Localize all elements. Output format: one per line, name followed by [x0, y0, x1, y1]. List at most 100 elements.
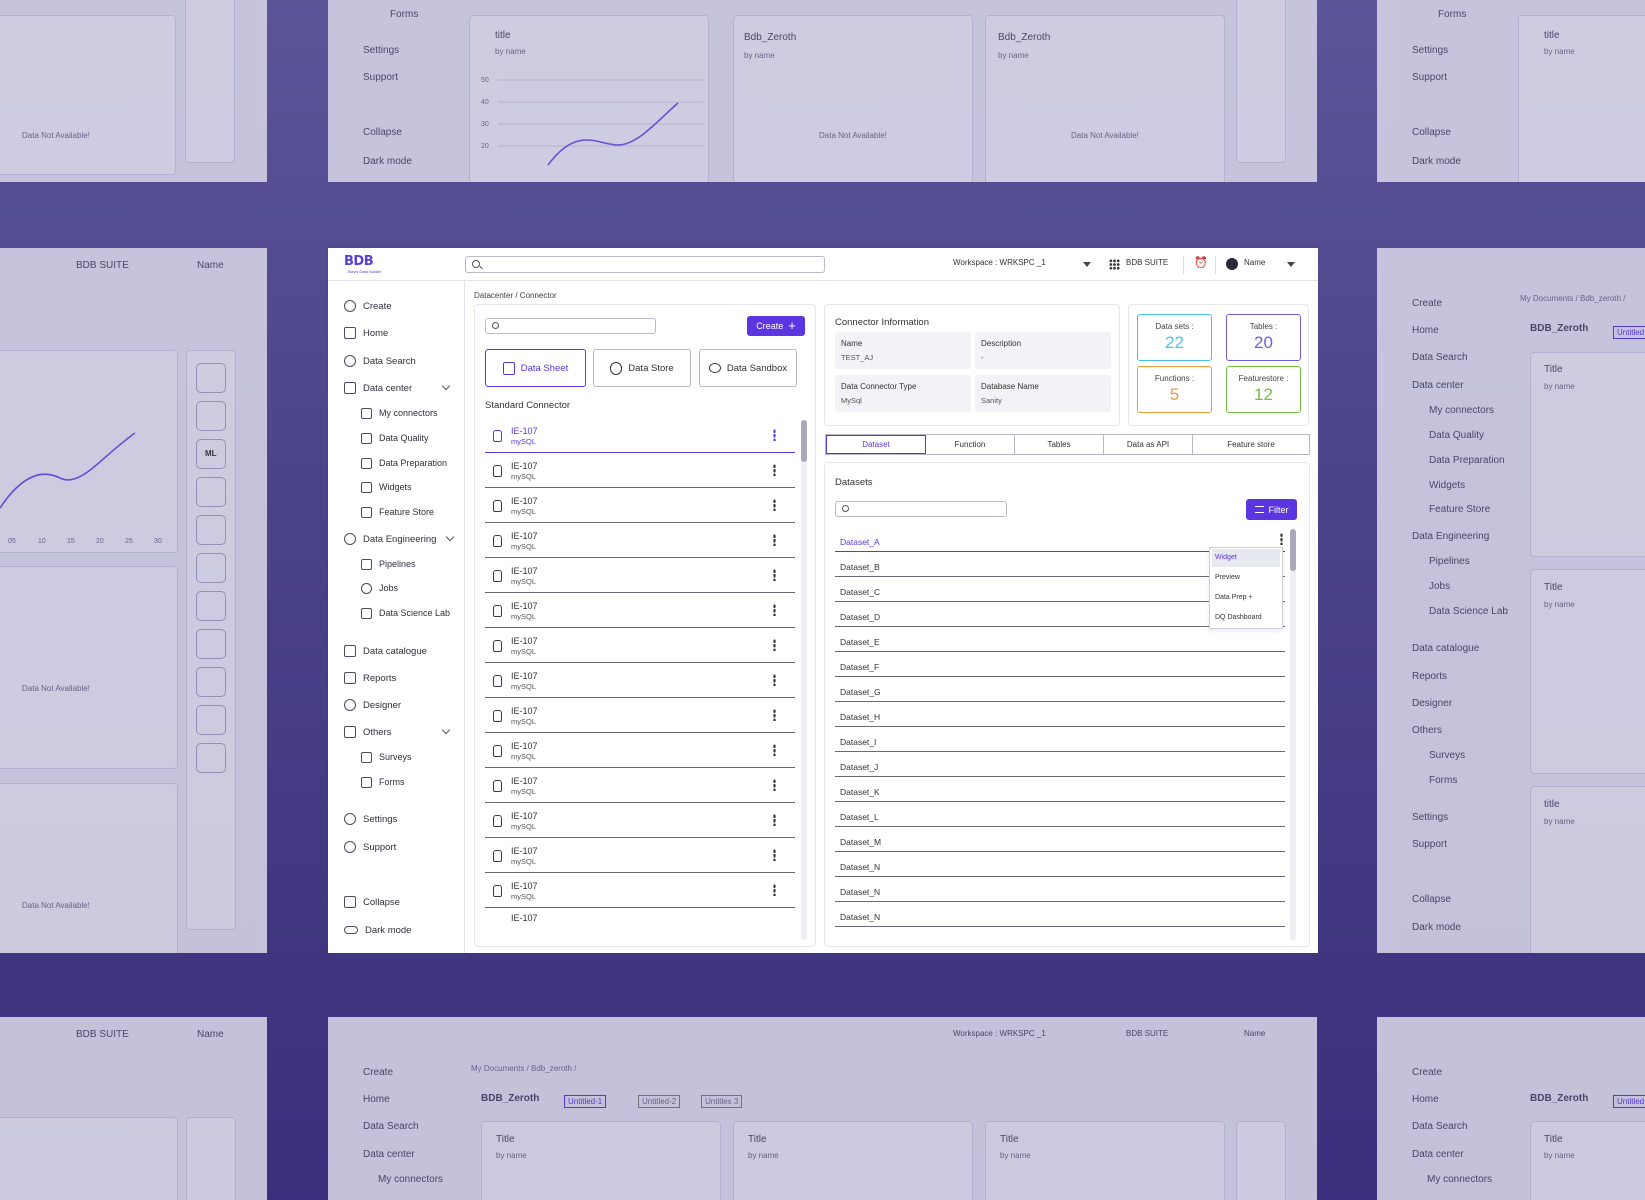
sidebar-item-my-connectors[interactable]: My connectors: [361, 404, 438, 422]
data-sandbox-button[interactable]: Data Sandbox: [699, 349, 797, 387]
kebab-menu-icon[interactable]: [773, 464, 776, 476]
stat-featurestore[interactable]: Featurestore : 12: [1226, 366, 1301, 413]
list-item[interactable]: IE-107 mySQL: [485, 523, 795, 558]
menu-item-widget[interactable]: Widget: [1212, 549, 1280, 567]
sidebar-item-widgets[interactable]: Widgets: [361, 478, 412, 496]
table-row[interactable]: Dataset_L: [835, 802, 1285, 827]
tab-tables[interactable]: Tables: [1015, 435, 1104, 454]
table-row[interactable]: Dataset_N: [835, 877, 1285, 902]
kebab-menu-icon[interactable]: [773, 604, 776, 616]
list-item[interactable]: IE-107 mySQL: [485, 418, 795, 453]
sidebar-item-data-center[interactable]: Data center: [344, 379, 451, 397]
tab-dataset[interactable]: Dataset: [826, 435, 926, 454]
list-item[interactable]: IE-107 mySQL: [485, 593, 795, 628]
notification-bell-icon[interactable]: ⏰: [1194, 257, 1208, 269]
menu-item-data-prep[interactable]: Data Prep +: [1210, 588, 1282, 608]
sidebar-item-dark-mode[interactable]: Dark mode: [344, 921, 411, 939]
sidebar-item-feature-store[interactable]: Feature Store: [361, 503, 434, 521]
tab-function[interactable]: Function: [926, 435, 1015, 454]
kebab-menu-icon[interactable]: [773, 569, 776, 581]
list-item[interactable]: IE-107 mySQL: [485, 453, 795, 488]
sidebar-item-support[interactable]: Support: [344, 838, 396, 856]
create-button[interactable]: Create +: [747, 316, 805, 336]
menu-item-dq-dashboard[interactable]: DQ Dashboard: [1210, 608, 1282, 628]
sidebar-item-others[interactable]: Others: [344, 723, 451, 741]
kebab-menu-icon[interactable]: [1280, 533, 1283, 545]
list-item[interactable]: IE-107 mySQL: [485, 768, 795, 803]
sidebar-item-home[interactable]: Home: [344, 324, 388, 342]
sidebar-item-designer[interactable]: Designer: [344, 696, 401, 714]
apps-grid-icon[interactable]: [1109, 259, 1120, 270]
datasets-scrollbar-thumb[interactable]: [1290, 529, 1296, 571]
list-item[interactable]: IE-107 mySQL: [485, 488, 795, 523]
sidebar-item-jobs[interactable]: Jobs: [361, 579, 398, 597]
sidebar-item-data-engineering[interactable]: Data Engineering: [344, 530, 455, 548]
kebab-menu-icon[interactable]: [773, 744, 776, 756]
connector-search-input[interactable]: [485, 318, 656, 334]
data-sheet-button[interactable]: Data Sheet: [485, 349, 586, 387]
table-row[interactable]: Dataset_E: [835, 627, 1285, 652]
menu-item-preview[interactable]: Preview: [1210, 568, 1282, 588]
data-store-button[interactable]: Data Store: [593, 349, 691, 387]
table-row[interactable]: Dataset_N: [835, 902, 1285, 927]
list-item[interactable]: IE-107 mySQL: [485, 733, 795, 768]
kebab-menu-icon[interactable]: [773, 674, 776, 686]
sidebar-item-data-catalogue[interactable]: Data catalogue: [344, 642, 427, 660]
sidebar-item-collapse[interactable]: Collapse: [344, 893, 400, 911]
sidebar-item-surveys[interactable]: Surveys: [361, 748, 412, 766]
bdb-logo[interactable]: BDB Bizviz Data Builder: [344, 254, 386, 274]
sidebar-item-data-search[interactable]: Data Search: [344, 352, 416, 370]
list-item[interactable]: IE-107 mySQL: [485, 803, 795, 838]
chevron-down-icon[interactable]: [1287, 262, 1295, 267]
workspace-select[interactable]: Workspace : WRKSPC _1: [953, 258, 1046, 267]
datasets-scrollbar[interactable]: [1290, 529, 1296, 941]
kebab-menu-icon[interactable]: [773, 534, 776, 546]
avatar[interactable]: [1226, 258, 1238, 270]
suite-label[interactable]: BDB SUITE: [1126, 258, 1168, 267]
table-row[interactable]: Dataset_K: [835, 777, 1285, 802]
connector-scrollbar[interactable]: [801, 420, 807, 940]
stat-functions[interactable]: Functions : 5: [1137, 366, 1212, 413]
kebab-menu-icon[interactable]: [773, 639, 776, 651]
table-row[interactable]: Dataset_I: [835, 727, 1285, 752]
table-row[interactable]: Dataset_H: [835, 702, 1285, 727]
breadcrumb[interactable]: Datacenter / Connector: [474, 291, 557, 300]
table-row[interactable]: Dataset_G: [835, 677, 1285, 702]
stat-datasets[interactable]: Data sets : 22: [1137, 314, 1212, 361]
list-item[interactable]: IE-107 mySQL: [485, 558, 795, 593]
connector-scrollbar-thumb[interactable]: [801, 420, 807, 462]
user-name[interactable]: Name: [1244, 258, 1265, 267]
table-row[interactable]: Dataset_F: [835, 652, 1285, 677]
kebab-menu-icon[interactable]: [773, 779, 776, 791]
kebab-menu-icon[interactable]: [773, 814, 776, 826]
global-search-input[interactable]: [465, 256, 825, 273]
sidebar-item-data-preparation[interactable]: Data Preparation: [361, 454, 447, 472]
table-row[interactable]: Dataset_N: [835, 852, 1285, 877]
list-item[interactable]: IE-107 mySQL: [485, 873, 795, 908]
table-row[interactable]: Dataset_M: [835, 827, 1285, 852]
kebab-menu-icon[interactable]: [773, 884, 776, 896]
list-item[interactable]: IE-107 mySQL: [485, 838, 795, 873]
sidebar-item-forms[interactable]: Forms: [361, 773, 405, 791]
sidebar-item-reports[interactable]: Reports: [344, 669, 396, 687]
dataset-search-input[interactable]: [835, 501, 1007, 517]
table-row[interactable]: Dataset_J: [835, 752, 1285, 777]
sidebar-item-data-science-lab[interactable]: Data Science Lab: [361, 604, 450, 622]
stat-tables[interactable]: Tables : 20: [1226, 314, 1301, 361]
kebab-menu-icon[interactable]: [773, 499, 776, 511]
chevron-down-icon[interactable]: [1083, 262, 1091, 267]
sidebar-item-data-quality[interactable]: Data Quality: [361, 429, 429, 447]
kebab-menu-icon[interactable]: [773, 429, 776, 441]
list-item[interactable]: IE-107: [485, 908, 795, 943]
list-item[interactable]: IE-107 mySQL: [485, 698, 795, 733]
list-item[interactable]: IE-107 mySQL: [485, 663, 795, 698]
sidebar-item-settings[interactable]: Settings: [344, 810, 397, 828]
sidebar-item-pipelines[interactable]: Pipelines: [361, 555, 416, 573]
tab-feature-store[interactable]: Feature store: [1193, 435, 1309, 454]
tab-data-as-api[interactable]: Data as API: [1104, 435, 1193, 454]
sidebar-item-create[interactable]: Create: [344, 297, 392, 315]
kebab-menu-icon[interactable]: [773, 709, 776, 721]
list-item[interactable]: IE-107 mySQL: [485, 628, 795, 663]
filter-button[interactable]: Filter: [1246, 499, 1297, 520]
kebab-menu-icon[interactable]: [773, 849, 776, 861]
